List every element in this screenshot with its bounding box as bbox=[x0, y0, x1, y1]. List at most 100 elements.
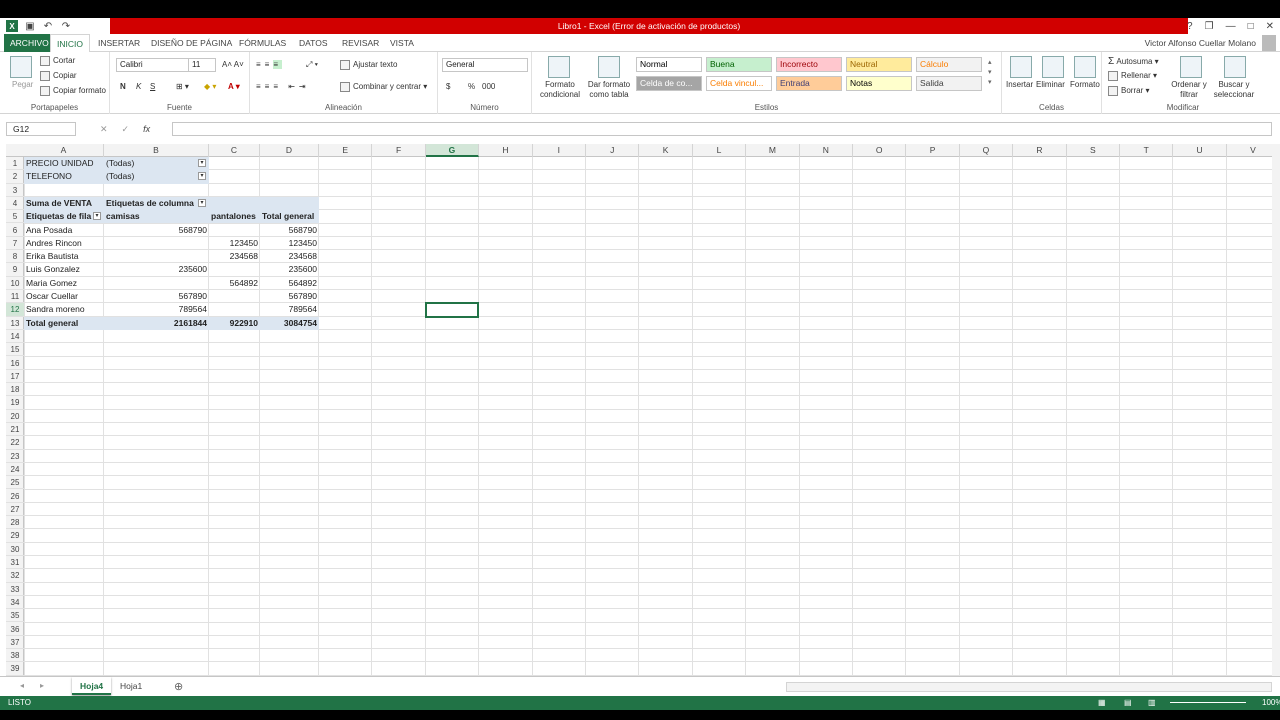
pivot-filter-value[interactable]: (Todas) bbox=[104, 170, 209, 183]
row-header-36[interactable]: 36 bbox=[6, 623, 24, 636]
column-header-b[interactable]: B bbox=[104, 144, 209, 157]
pivot-value-camisas[interactable]: 567890 bbox=[104, 290, 209, 303]
pivot-row-name[interactable]: Andres Rincon bbox=[24, 237, 104, 250]
vertical-scrollbar[interactable] bbox=[1272, 144, 1280, 676]
column-header-l[interactable]: L bbox=[693, 144, 747, 157]
cell-style-9[interactable]: Salida bbox=[916, 76, 982, 91]
row-header-37[interactable]: 37 bbox=[6, 636, 24, 650]
row-header-6[interactable]: 6 bbox=[6, 224, 24, 237]
page-layout-icon[interactable]: ▤ bbox=[1124, 696, 1132, 710]
column-header-o[interactable]: O bbox=[853, 144, 907, 157]
redo-icon[interactable]: ↷ bbox=[60, 21, 72, 32]
font-name-select[interactable]: Calibri bbox=[116, 58, 194, 72]
underline-button[interactable]: S bbox=[150, 82, 155, 91]
horizontal-align-icons[interactable]: ≡≡≡ ⇤⇥ bbox=[256, 82, 310, 91]
new-sheet-icon[interactable]: ⊕ bbox=[174, 680, 183, 693]
pivot-value-pantalones[interactable] bbox=[209, 290, 260, 303]
pivot-filter-value[interactable]: (Todas) bbox=[104, 157, 209, 170]
pivot-value-camisas[interactable] bbox=[104, 277, 209, 290]
row-header-10[interactable]: 10 bbox=[6, 277, 24, 290]
pivot-row-name[interactable]: Erika Bautista bbox=[24, 250, 104, 263]
avatar[interactable] bbox=[1262, 35, 1276, 51]
save-icon[interactable]: ▣ bbox=[24, 21, 36, 32]
ribbon-display-icon[interactable]: ❐ bbox=[1205, 21, 1214, 32]
autosum-button[interactable]: Σ Autosuma ▾ bbox=[1108, 56, 1159, 67]
column-header-k[interactable]: K bbox=[639, 144, 693, 157]
number-format-select[interactable]: General bbox=[442, 58, 528, 72]
row-header-15[interactable]: 15 bbox=[6, 343, 24, 357]
column-header-s[interactable]: S bbox=[1067, 144, 1120, 157]
orientation-icon[interactable]: ⤢ ▾ bbox=[306, 60, 318, 70]
cell-style-7[interactable]: Entrada bbox=[776, 76, 842, 91]
tab-inicio[interactable]: INICIO bbox=[50, 34, 90, 53]
row-header-7[interactable]: 7 bbox=[6, 237, 24, 251]
pivot-row-dropdown-icon[interactable]: ▾ bbox=[93, 212, 101, 221]
sheet-tab-hoja1[interactable]: Hoja1 bbox=[112, 677, 150, 695]
cancel-icon[interactable]: ✕ bbox=[100, 124, 108, 135]
pivot-value-pantalones[interactable] bbox=[209, 224, 260, 237]
pivot-row-name[interactable]: Sandra moreno bbox=[24, 303, 104, 316]
cell-style-0[interactable]: Normal bbox=[636, 57, 702, 72]
page-break-icon[interactable]: ▥ bbox=[1148, 696, 1156, 710]
row-header-13[interactable]: 13 bbox=[6, 317, 24, 330]
fill-color-icon[interactable]: ◆ ▾ bbox=[204, 82, 216, 91]
cell-style-8[interactable]: Notas bbox=[846, 76, 912, 91]
user-name[interactable]: Victor Alfonso Cuellar Molano bbox=[1145, 34, 1256, 52]
row-header-21[interactable]: 21 bbox=[6, 423, 24, 437]
conditional-format-icon[interactable] bbox=[548, 56, 570, 78]
row-header-24[interactable]: 24 bbox=[6, 463, 24, 477]
enter-icon[interactable]: ✓ bbox=[122, 124, 130, 135]
column-header-n[interactable]: N bbox=[800, 144, 853, 157]
sheet-nav-next-icon[interactable]: ▸ bbox=[40, 681, 44, 690]
column-header-d[interactable]: D bbox=[260, 144, 319, 157]
tab-formulas[interactable]: FÓRMULAS bbox=[233, 34, 292, 52]
column-header-g[interactable]: G bbox=[425, 144, 480, 157]
pivot-value-pantalones[interactable]: 564892 bbox=[209, 277, 260, 290]
insert-cells-icon[interactable] bbox=[1010, 56, 1032, 78]
format-painter-button[interactable]: Copiar formato bbox=[40, 86, 106, 96]
column-header-q[interactable]: Q bbox=[960, 144, 1014, 157]
clear-button[interactable]: Borrar ▾ bbox=[1108, 86, 1149, 96]
row-header-1[interactable]: 1 bbox=[6, 157, 24, 171]
fill-button[interactable]: Rellenar ▾ bbox=[1108, 71, 1157, 81]
sheet-nav-prev-icon[interactable]: ◂ bbox=[20, 681, 24, 690]
row-header-20[interactable]: 20 bbox=[6, 410, 24, 423]
formula-input[interactable] bbox=[172, 122, 1272, 136]
sort-filter-icon[interactable] bbox=[1180, 56, 1202, 78]
column-header-p[interactable]: P bbox=[906, 144, 960, 157]
percent-button[interactable]: % bbox=[468, 82, 475, 91]
pivot-value-pantalones[interactable]: 123450 bbox=[209, 237, 260, 250]
font-grow-icon[interactable]: A˄ A˅ bbox=[222, 60, 244, 69]
row-header-5[interactable]: 5 bbox=[6, 210, 24, 224]
row-header-22[interactable]: 22 bbox=[6, 436, 24, 450]
row-header-32[interactable]: 32 bbox=[6, 569, 24, 583]
conditional-format-button[interactable]: Formato condicional bbox=[536, 80, 584, 100]
column-header-h[interactable]: H bbox=[479, 144, 533, 157]
pivot-value-camisas[interactable]: 789564 bbox=[104, 303, 209, 316]
pivot-value-camisas[interactable]: 568790 bbox=[104, 224, 209, 237]
insert-function-icon[interactable]: fx bbox=[143, 124, 150, 134]
find-select-button[interactable]: Buscar y seleccionar bbox=[1208, 80, 1260, 100]
column-header-e[interactable]: E bbox=[319, 144, 373, 157]
column-header-m[interactable]: M bbox=[746, 144, 800, 157]
minimize-icon[interactable]: — bbox=[1226, 21, 1236, 32]
pivot-grand-total-total[interactable]: 3084754 bbox=[260, 317, 319, 330]
row-header-23[interactable]: 23 bbox=[6, 450, 24, 463]
pivot-value-total[interactable]: 123450 bbox=[260, 237, 319, 250]
column-header-v[interactable]: V bbox=[1227, 144, 1272, 157]
pivot-filter-field[interactable]: PRECIO UNIDAD bbox=[24, 157, 104, 170]
cells-area[interactable]: PRECIO UNIDAD (Todas) ▾ TELEFONO (Todas) ▾ Sum… bbox=[24, 157, 1272, 676]
pivot-grand-total-pantalones[interactable]: 922910 bbox=[209, 317, 260, 330]
borders-icon[interactable]: ⊞ ▾ bbox=[176, 82, 189, 91]
format-cells-button[interactable]: Formato bbox=[1070, 80, 1100, 89]
row-header-34[interactable]: 34 bbox=[6, 596, 24, 610]
currency-button[interactable]: $ bbox=[446, 82, 450, 91]
cell-style-5[interactable]: Celda de co... bbox=[636, 76, 702, 91]
thousands-button[interactable]: 000 bbox=[482, 82, 495, 91]
tab-revisar[interactable]: REVISAR bbox=[336, 34, 385, 52]
pivot-value-total[interactable]: 789564 bbox=[260, 303, 319, 316]
font-color-icon[interactable]: A ▾ bbox=[228, 82, 240, 91]
active-cell-selection[interactable] bbox=[424, 302, 480, 318]
pivot-value-pantalones[interactable]: 234568 bbox=[209, 250, 260, 263]
pivot-filter-field[interactable]: TELEFONO bbox=[24, 170, 104, 183]
